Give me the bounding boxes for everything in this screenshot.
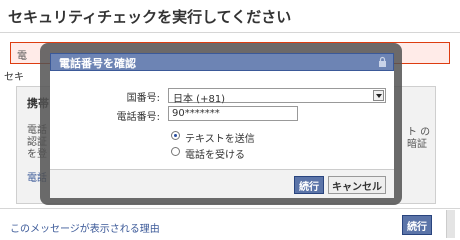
sms-radio[interactable] xyxy=(171,131,180,140)
phone-number-input[interactable]: 90******* xyxy=(168,106,298,121)
country-code-value: 日本 (+81) xyxy=(173,94,226,105)
call-radio-label[interactable]: 電話を受ける xyxy=(185,146,245,161)
dialog-header: 電話番号を確認 xyxy=(50,53,394,71)
dialog-continue-button[interactable]: 続行 xyxy=(294,176,324,194)
dialog-title: 電話番号を確認 xyxy=(59,57,136,70)
sms-radio-label[interactable]: テキストを送信 xyxy=(185,130,255,145)
dialog-cancel-button[interactable]: キャンセル xyxy=(328,176,386,194)
reason-link[interactable]: このメッセージが表示される理由 xyxy=(10,220,160,235)
page-title: セキュリティチェックを実行してください xyxy=(8,8,292,26)
dialog-button-bar: 続行 キャンセル xyxy=(50,169,394,198)
title-divider xyxy=(0,32,460,33)
chevron-down-icon[interactable] xyxy=(373,90,384,101)
country-code-select[interactable]: 日本 (+81) xyxy=(168,88,386,105)
footer-divider xyxy=(0,208,460,209)
lock-icon xyxy=(379,56,386,67)
scrollbar[interactable] xyxy=(446,210,455,238)
phone-number-label: 電話番号: xyxy=(116,112,160,123)
call-radio[interactable] xyxy=(171,147,180,156)
confirm-phone-dialog: 電話番号を確認 国番号: 日本 (+81) 電話番号: 90******* テキ… xyxy=(50,53,394,198)
country-code-label: 国番号: xyxy=(126,93,160,104)
security-text: セキ xyxy=(4,72,24,83)
continue-button[interactable]: 続行 xyxy=(402,215,432,235)
panel-right-text: ト の 暗証 xyxy=(407,127,431,150)
error-text: 電 xyxy=(17,51,27,62)
